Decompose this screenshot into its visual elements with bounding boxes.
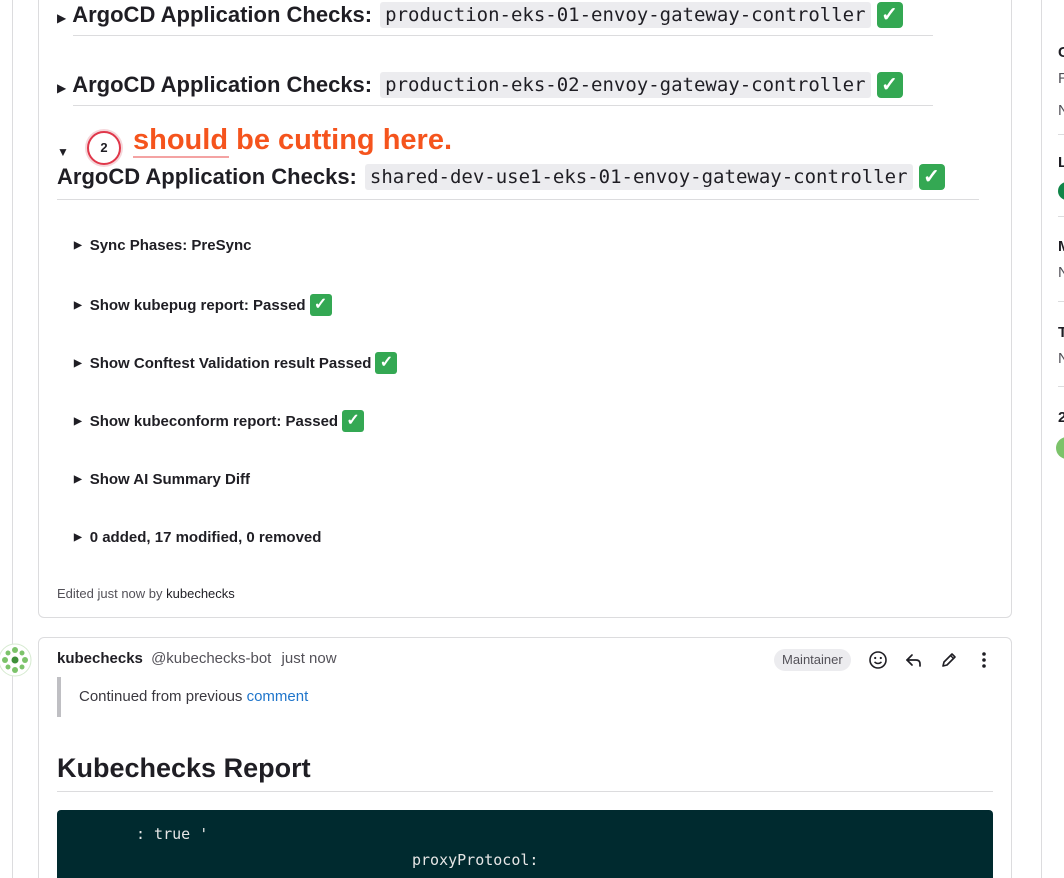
edited-user-link[interactable]: kubechecks [166, 586, 235, 601]
timeline-line [12, 0, 13, 878]
code-block: : true ' proxyProtocol: [57, 810, 993, 878]
divider [73, 105, 933, 106]
report-heading: Kubechecks Report [57, 753, 311, 783]
sidebar-value: N [1058, 350, 1064, 367]
author-handle[interactable]: @kubechecks-bot [151, 650, 271, 667]
code-line: proxyProtocol: [412, 851, 539, 869]
sidebar-label: 2 [1058, 409, 1064, 426]
check-mark-button-icon: ✓ [876, 72, 903, 98]
blockquote-bar [57, 677, 61, 717]
edited-info: Edited just now by kubechecks [57, 586, 235, 601]
code-line: : true ' [136, 825, 209, 843]
role-badge: Maintainer [774, 649, 851, 671]
caret-right-icon: ▶ [57, 81, 67, 95]
sidebar-label: C [1058, 44, 1064, 61]
caret-right-icon: ▶ [74, 532, 82, 543]
detail-label: Show kubeconform report: Passed [89, 412, 339, 430]
sidebar-label: L [1058, 154, 1064, 171]
caret-right-icon: ▶ [74, 240, 82, 251]
avatar[interactable] [0, 643, 32, 677]
annotation-number-badge: 2 [87, 131, 121, 165]
smiley-icon [869, 651, 887, 669]
app-name-code: production-eks-01-envoy-gateway-controll… [380, 2, 871, 28]
divider [73, 35, 933, 36]
comment-author: kubechecks @kubechecks-bot just now [57, 650, 337, 667]
detail-kubeconform-report[interactable]: ▶ Show kubeconform report: Passed ✓ [74, 410, 365, 432]
add-reaction-button[interactable] [866, 648, 890, 672]
detail-label: Show kubepug report: Passed [89, 296, 306, 314]
caret-right-icon: ▶ [74, 415, 82, 427]
check-mark-button-icon: ✓ [918, 164, 945, 190]
check-mark-button-icon: ✓ [876, 2, 903, 28]
caret-right-icon: ▶ [74, 474, 82, 485]
reply-button[interactable] [902, 648, 926, 672]
pencil-icon [942, 653, 956, 667]
divider [1058, 216, 1064, 217]
divider [1058, 386, 1064, 387]
author-name[interactable]: kubechecks [57, 650, 143, 667]
check-mark-button-icon: ✓ [342, 410, 365, 432]
app-check-collapsible-1[interactable]: ▶ ArgoCD Application Checks: production-… [57, 2, 903, 28]
status-dot [1058, 182, 1064, 200]
app-check-heading: ArgoCD Application Checks: [57, 164, 357, 189]
app-check-collapsible-2[interactable]: ▶ ArgoCD Application Checks: production-… [57, 72, 903, 98]
app-name-code: shared-dev-use1-eks-01-envoy-gateway-con… [364, 164, 913, 190]
sidebar-value: R [1058, 70, 1064, 87]
detail-conftest-validation[interactable]: ▶ Show Conftest Validation result Passed… [74, 352, 398, 374]
caret-down-icon[interactable]: ▼ [57, 145, 69, 159]
detail-label: 0 added, 17 modified, 0 removed [89, 529, 322, 546]
detail-label: Show Conftest Validation result Passed [89, 354, 372, 372]
detail-ai-summary-diff[interactable]: ▶ Show AI Summary Diff [74, 471, 250, 488]
edited-prefix: Edited just now by [57, 586, 163, 601]
app-check-heading: ArgoCD Application Checks: [72, 2, 373, 27]
reply-icon [906, 654, 921, 667]
divider [1058, 301, 1064, 302]
edit-button[interactable] [937, 648, 961, 672]
detail-label: Sync Phases: PreSync [89, 237, 252, 254]
caret-right-icon: ▶ [57, 11, 67, 25]
divider [57, 199, 979, 200]
detail-diff-summary[interactable]: ▶ 0 added, 17 modified, 0 removed [74, 529, 321, 546]
caret-right-icon: ▶ [74, 299, 82, 311]
quote-prefix: Continued from previous [79, 688, 243, 705]
divider [1058, 134, 1064, 135]
annotation-text: should be cutting here. [133, 124, 453, 156]
divider [57, 791, 993, 792]
detail-label: Show AI Summary Diff [89, 471, 251, 488]
check-mark-button-icon: ✓ [375, 352, 398, 374]
more-actions-button[interactable] [972, 648, 996, 672]
comment-time[interactable]: just now [282, 650, 337, 667]
check-mark-button-icon: ✓ [309, 294, 332, 316]
sidebar-value: N [1058, 102, 1064, 119]
app-check-heading: ArgoCD Application Checks: [72, 72, 373, 97]
right-sidebar: C R N L M N T N 2 [1041, 0, 1064, 878]
detail-sync-phases[interactable]: ▶ Sync Phases: PreSync [74, 237, 251, 254]
app-name-code: production-eks-02-envoy-gateway-controll… [380, 72, 871, 98]
detail-kubepug-report[interactable]: ▶ Show kubepug report: Passed ✓ [74, 294, 332, 316]
sidebar-value: N [1058, 264, 1064, 281]
participant-avatar[interactable] [1056, 437, 1064, 459]
vertical-ellipsis-icon [982, 652, 986, 668]
app-check-collapsible-3[interactable]: ArgoCD Application Checks: shared-dev-us… [57, 164, 945, 190]
blockquote-text: Continued from previous comment [79, 688, 308, 705]
caret-right-icon: ▶ [74, 357, 82, 369]
annotation-underline [133, 156, 229, 158]
sidebar-label: T [1058, 324, 1064, 341]
sidebar-label: M [1058, 238, 1064, 255]
annotation-number: 2 [100, 140, 108, 155]
previous-comment-link[interactable]: comment [247, 688, 309, 705]
